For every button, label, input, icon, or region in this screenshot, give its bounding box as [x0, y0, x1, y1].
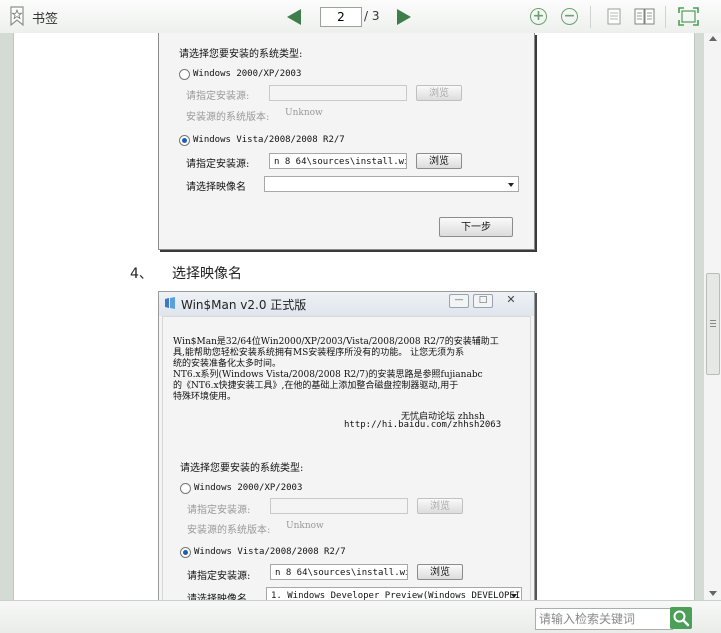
toolbar-divider	[665, 6, 666, 28]
app-icon	[165, 297, 175, 309]
grip-line	[710, 320, 716, 321]
system-type-heading: 请选择您要安装的系统类型:	[180, 463, 304, 474]
chevron-down-icon	[511, 594, 517, 598]
minimize-icon: —	[449, 294, 469, 308]
install-source-field: n 8 64\sources\install.wim	[270, 564, 408, 580]
source-version-value: Unknow	[285, 108, 323, 118]
install-source-label: 请指定安装源:	[186, 91, 250, 102]
install-source-label: 请指定安装源:	[187, 505, 251, 516]
bottom-bar	[0, 600, 721, 633]
browse-button-disabled: 浏览	[417, 498, 463, 514]
option-xp-label: Windows 2000/XP/2003	[193, 69, 302, 79]
option-vista-label: Windows Vista/2008/2008 R2/7	[194, 547, 346, 557]
option-vista-label: Windows Vista/2008/2008 R2/7	[193, 135, 345, 145]
vertical-scrollbar[interactable]	[703, 33, 721, 600]
image-name-value: 1. Windows Developer Preview(Windows DEV…	[271, 591, 521, 600]
document-page: 请选择您要安装的系统类型: Windows 2000/XP/2003 请指定安装…	[13, 33, 695, 600]
toolbar-divider	[590, 6, 591, 28]
page-total: / 3	[364, 9, 380, 23]
install-source-field-disabled	[269, 85, 407, 101]
author-url: http://hi.baidu.com/zhhsh2063	[344, 420, 502, 430]
search-button[interactable]	[670, 607, 692, 629]
bookmark-label[interactable]: 书签	[32, 8, 58, 27]
source-version-label: 安装源的系统版本:	[187, 525, 271, 536]
system-type-heading: 请选择您要安装的系统类型:	[179, 49, 303, 60]
close-icon: ✕	[506, 293, 516, 306]
browse-button-disabled: 浏览	[416, 85, 462, 101]
option-xp-label: Windows 2000/XP/2003	[194, 483, 303, 493]
previous-page-button[interactable]	[287, 9, 301, 25]
image-name-combo: 1. Windows Developer Preview(Windows DEV…	[266, 587, 522, 600]
scrollbar-thumb[interactable]	[706, 273, 720, 375]
step-number: 4、	[130, 266, 153, 282]
source-version-value: Unknow	[286, 521, 324, 531]
install-source-label: 请指定安装源:	[187, 571, 251, 582]
image-name-combo	[264, 176, 519, 192]
dialog-title: Win$Man v2.0 正式版	[181, 298, 307, 312]
dialog-body: Win$Man是32/64位Win2000/XP/2003/Vista/2008…	[162, 316, 531, 600]
radio-vista	[180, 547, 191, 558]
chevron-down-icon	[508, 183, 514, 187]
scroll-up-icon[interactable]	[709, 36, 717, 41]
winsman-dialog-screenshot: Win$Man v2.0 正式版 — □ ✕ Win$Man是32/64位Win…	[158, 291, 535, 600]
radio-xp	[180, 483, 191, 494]
browse-button: 浏览	[417, 564, 463, 580]
bookmark-icon[interactable]	[10, 6, 24, 26]
zoom-in-icon[interactable]: +	[530, 8, 547, 25]
grip-line	[710, 323, 716, 324]
step-heading: 选择映像名	[172, 266, 242, 282]
image-name-label: 请选择映像名	[187, 594, 247, 600]
single-page-view-icon[interactable]	[607, 8, 621, 25]
dialog-titlebar: Win$Man v2.0 正式版 — □ ✕	[159, 292, 534, 316]
radio-xp	[179, 69, 190, 80]
two-page-view-icon[interactable]	[634, 8, 655, 25]
browse-button: 浏览	[416, 153, 462, 169]
search-input[interactable]	[535, 608, 673, 630]
zoom-out-icon[interactable]: −	[561, 8, 578, 25]
next-page-button[interactable]	[397, 9, 411, 25]
install-source-label: 请指定安装源:	[186, 159, 250, 170]
installer-dialog-screenshot: 请选择您要安装的系统类型: Windows 2000/XP/2003 请指定安装…	[158, 33, 535, 250]
intro-line: 特殊环境使用。	[173, 392, 237, 402]
install-source-field-disabled	[270, 498, 408, 514]
grip-line	[710, 326, 716, 327]
maximize-icon: □	[473, 294, 493, 308]
toolbar: 书签 / 3 + −	[0, 0, 721, 34]
source-version-label: 安装源的系统版本:	[186, 112, 270, 123]
fullscreen-icon[interactable]	[678, 7, 699, 26]
next-step-button: 下一步	[439, 217, 513, 237]
page-number-input[interactable]	[320, 7, 362, 27]
image-name-label: 请选择映像名	[186, 182, 246, 193]
scroll-down-icon[interactable]	[709, 591, 717, 596]
radio-vista	[179, 135, 190, 146]
search-icon	[673, 610, 690, 627]
install-source-field: n 8 64\sources\install.wim	[269, 153, 407, 169]
document-viewport[interactable]: 请选择您要安装的系统类型: Windows 2000/XP/2003 请指定安装…	[0, 33, 703, 600]
